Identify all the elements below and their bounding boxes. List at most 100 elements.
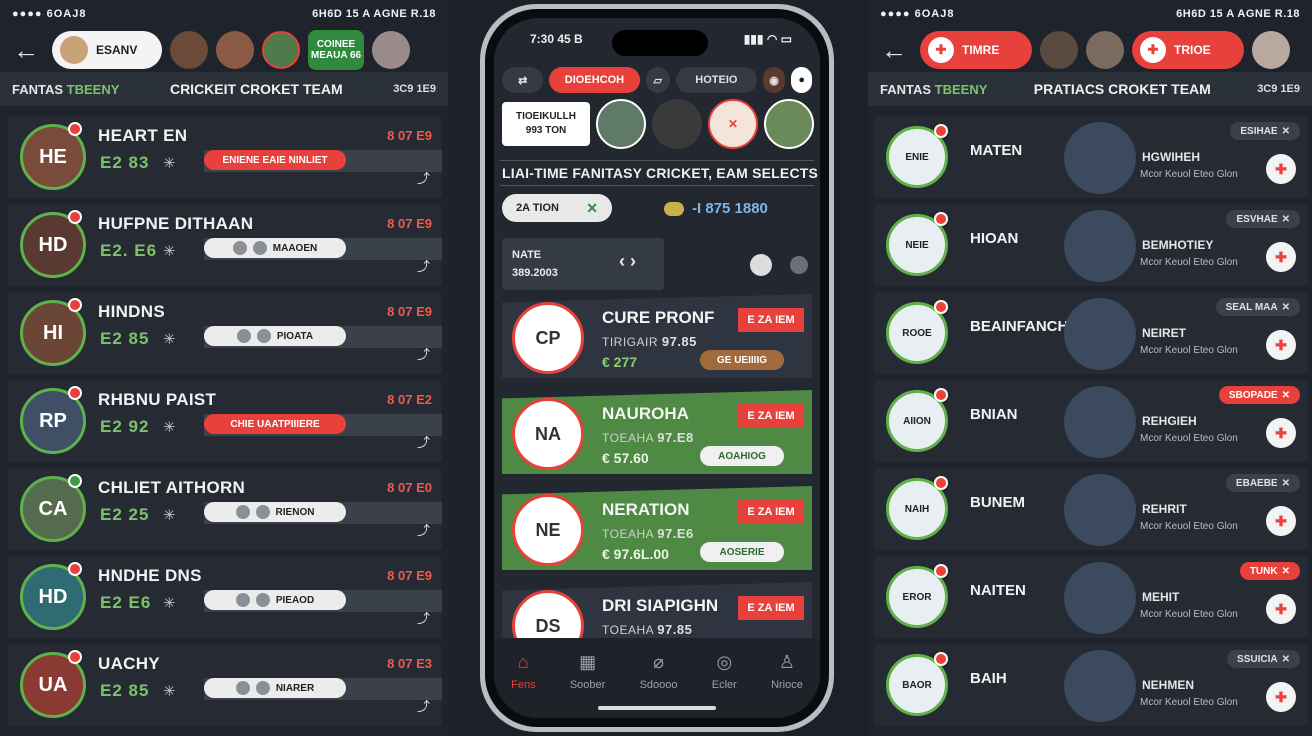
team-logo-icon[interactable]: ◉ — [762, 67, 786, 93]
player-row[interactable]: HE HEART EN E2 83 ✳ 8 07 E9 ENIENE EAIE NINLI… — [8, 116, 442, 198]
team-card-line2: 993 TON — [525, 125, 567, 136]
nav-home[interactable]: ⌂ Fens — [511, 652, 535, 718]
player-row[interactable]: NEIE HIOAN BEMHOTIEY Mcor Keuol Eteo Glon ES… — [874, 204, 1308, 286]
role-tag[interactable]: CHIE UAATPIIIERE — [204, 414, 346, 434]
meta-value: 97.85 — [657, 622, 693, 637]
status-chip[interactable]: ESIHAE ✕ — [1230, 122, 1300, 140]
player-row[interactable]: UA UACHY E2 85 ✳ 8 07 E3 NIARER ⤴ — [8, 644, 442, 726]
player-avatar[interactable] — [596, 99, 646, 149]
player-row[interactable]: ROOE BEAINFANCH NEIRET Mcor Keuol Eteo Glon… — [874, 292, 1308, 374]
match-selector[interactable]: NATE 389.2003 ‹ › — [502, 238, 664, 290]
runner-icon[interactable]: ⤴ — [417, 696, 430, 715]
player-row[interactable]: AIION BNIAN REHGIEH Mcor Keuol Eteo Glon SBO… — [874, 380, 1308, 462]
team-logo-icon[interactable]: ✚ — [1266, 242, 1296, 272]
player-row[interactable]: BAOR BAIH NEHMEN Mcor Keuol Eteo Glon SSUICI… — [874, 644, 1308, 726]
runner-icon[interactable]: ⤴ — [417, 168, 430, 187]
tab-pill-1[interactable]: ✚ TIMRE — [920, 31, 1032, 69]
cricket-logo-icon[interactable]: ✕ — [708, 99, 758, 149]
back-arrow-icon[interactable]: ← — [8, 32, 44, 68]
runner-icon[interactable]: ⤴ — [417, 432, 430, 451]
player-name: HEART EN — [98, 126, 188, 145]
select-button[interactable]: AOSERIE — [700, 542, 784, 562]
circle-icon[interactable]: ● — [791, 67, 812, 93]
player-avatar[interactable] — [170, 31, 208, 69]
role-tag[interactable]: NIARER — [204, 678, 346, 698]
add-team-button[interactable]: E ZA IEM — [738, 596, 804, 620]
team-logo-icon[interactable]: ✚ — [1266, 154, 1296, 184]
profile-pill[interactable]: ESANV — [52, 31, 162, 69]
chip-label: SEAL MAA — [1225, 301, 1278, 313]
team-logo-icon[interactable]: ✚ — [1266, 682, 1296, 712]
status-chip[interactable]: ESVHAE ✕ — [1226, 210, 1300, 228]
player-avatar[interactable] — [652, 99, 702, 149]
player-avatar[interactable] — [1252, 31, 1290, 69]
player-row[interactable]: HI HINDNS E2 85 ✳ 8 07 E9 PIOATA ⤴ — [8, 292, 442, 374]
player-avatar[interactable] — [1086, 31, 1124, 69]
player-row[interactable]: ENIE MATEN HGWIHEH Mcor Keuol Eteo Glon ESIH… — [874, 116, 1308, 198]
meta-prefix: TOEAHA — [602, 623, 658, 637]
role-tag[interactable]: PIOATA — [204, 326, 346, 346]
phone-frame: 7:30 45 B ▮▮▮ ◠ ▭ ⇄ DIOEHCOH ▱ HOTEIO ◉ … — [480, 4, 834, 732]
player-card[interactable]: CP CURE PRONF TIRIGAIR 97.85 € 277 E ZA IEM G… — [502, 294, 812, 378]
tab-active[interactable]: DIOEHCOH — [549, 67, 640, 93]
nav-label: Sdoooo — [639, 679, 678, 691]
status-chip[interactable]: SEAL MAA ✕ — [1215, 298, 1300, 316]
player-row[interactable]: HD HUFPNE DITHAAN E2. E6 ✳ 8 07 E9 MAAOEN ⤴ — [8, 204, 442, 286]
status-chip[interactable]: SBOPADE ✕ — [1218, 386, 1300, 404]
select-button[interactable]: GE UEIIIIG — [700, 350, 784, 370]
player-row[interactable]: NAIH BUNEM REHRIT Mcor Keuol Eteo Glon EBAEB… — [874, 468, 1308, 550]
status-chip[interactable]: EBAEBE ✕ — [1225, 474, 1300, 492]
home-indicator[interactable] — [598, 706, 716, 710]
role-tag[interactable]: PIEAOD — [204, 590, 346, 610]
runner-icon[interactable]: ⤴ — [417, 256, 430, 275]
player-card[interactable]: NE NERATION TOEAHA 97.E6 € 97.6L.00 E ZA IEM… — [502, 486, 812, 570]
status-chip[interactable]: TUNK ✕ — [1239, 562, 1300, 580]
tab-pill-2[interactable]: ✚ TRIOE — [1132, 31, 1244, 69]
player-avatar[interactable] — [764, 99, 814, 149]
player-avatar[interactable] — [216, 31, 254, 69]
add-team-button[interactable]: E ZA IEM — [738, 308, 804, 332]
player-avatar[interactable] — [1040, 31, 1078, 69]
player-role: HGWIHEH — [1142, 150, 1200, 164]
picture-icon[interactable]: ▱ — [645, 67, 670, 93]
player-row[interactable]: CA CHLIET AITHORN E2 25 ✳ 8 07 E0 RIENON ⤴ — [8, 468, 442, 550]
green-team-tag[interactable]: COINEE MEAUA 66 — [308, 30, 364, 70]
mini-avatar-icon — [256, 329, 271, 343]
cricket-bat-icon: ✕ — [586, 199, 598, 216]
player-row[interactable]: HD HNDHE DNS E2 E6 ✳ 8 07 E9 PIEAOD ⤴ — [8, 556, 442, 638]
tab-pill-1-label: TIMRE — [962, 43, 1000, 57]
profile-pill-label: ESANV — [96, 43, 138, 57]
player-avatar[interactable] — [262, 31, 300, 69]
filter-chip[interactable]: 2A TION ✕ — [502, 194, 612, 222]
team-logo-icon[interactable]: ✚ — [1266, 594, 1296, 624]
team-logo-icon[interactable]: ✚ — [1266, 418, 1296, 448]
swap-icon[interactable]: ⇄ — [502, 67, 544, 93]
player-row[interactable]: EROR NAITEN MEHIT Mcor Keuol Eteo Glon TUNK ✕… — [874, 556, 1308, 638]
player-card[interactable]: NA NAUROHA TOEAHA 97.E8 € 57.60 E ZA IEM AOAH… — [502, 390, 812, 474]
back-arrow-icon[interactable]: ← — [876, 32, 912, 68]
runner-icon[interactable]: ⤴ — [417, 520, 430, 539]
meta-value: 97.E8 — [657, 430, 694, 445]
role-tag[interactable]: MAAOEN — [204, 238, 346, 258]
add-team-button[interactable]: E ZA IEM — [738, 500, 804, 524]
player-name: BAIH — [970, 670, 1007, 687]
nav-profile[interactable]: ♙ Nrioce — [771, 652, 803, 718]
runner-icon[interactable]: ⤴ — [417, 344, 430, 363]
filter-label: 2A TION — [516, 202, 559, 214]
player-row[interactable]: RP RHBNU PAIST E2 92 ✳ 8 07 E2 CHIE UAATPIIIE… — [8, 380, 442, 462]
player-avatar[interactable] — [372, 31, 410, 69]
bat-icon: ⌀ — [653, 652, 664, 672]
team-logo-icon[interactable]: ✚ — [1266, 506, 1296, 536]
chevron-left-right-icon[interactable]: ‹ › — [619, 252, 636, 270]
team-card[interactable]: TIOEIKULLH 993 TON — [502, 102, 590, 146]
chip-label: ESIHAE — [1240, 125, 1278, 137]
select-button[interactable]: AOAHIOG — [700, 446, 784, 466]
add-team-button[interactable]: E ZA IEM — [738, 404, 804, 428]
role-tag[interactable]: ENIENE EAIE NINLIET — [204, 150, 346, 170]
runner-icon[interactable]: ⤴ — [417, 608, 430, 627]
section-title: CRICKEIT CROKET TEAM — [169, 81, 343, 97]
role-tag[interactable]: RIENON — [204, 502, 346, 522]
tab-secondary[interactable]: HOTEIO — [675, 67, 757, 93]
team-logo-icon[interactable]: ✚ — [1266, 330, 1296, 360]
status-chip[interactable]: SSUICIA ✕ — [1227, 650, 1300, 668]
